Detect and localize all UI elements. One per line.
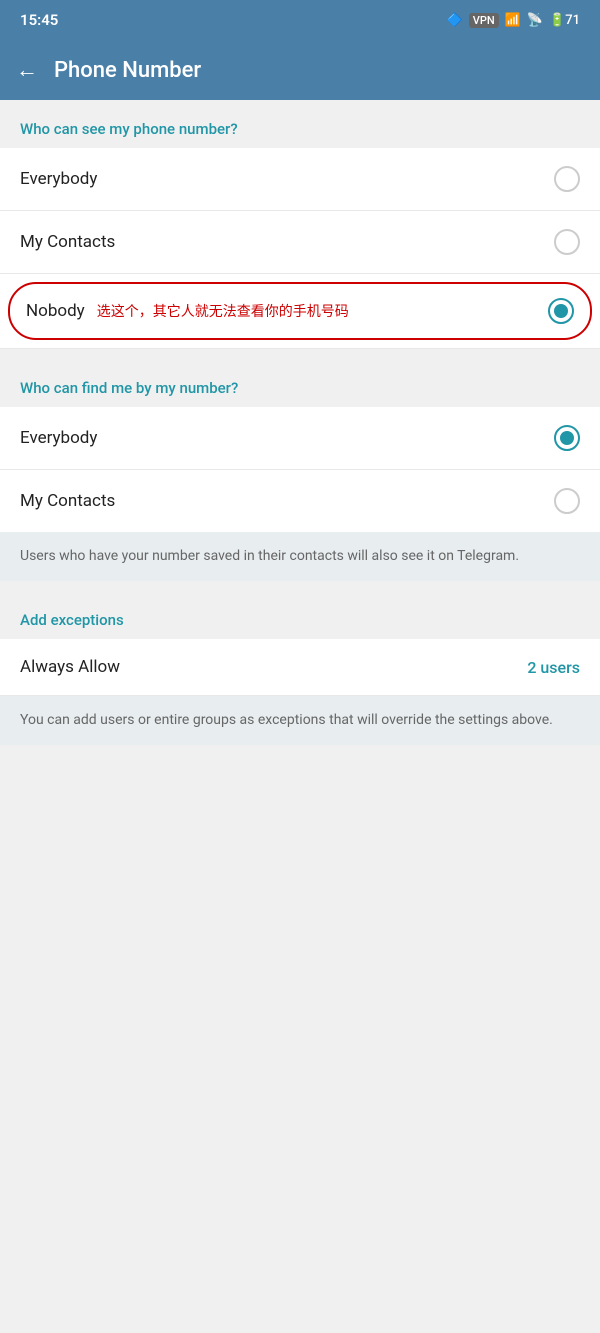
section2-options: Everybody My Contacts [0,407,600,532]
option-nobody-see-label: Nobody [26,301,85,321]
signal-icon: 📶 [505,13,521,28]
section2-header: Who can find me by my number? [0,359,600,407]
exceptions-info: You can add users or entire groups as ex… [0,696,600,745]
option-nobody-see[interactable]: Nobody 选这个，其它人就无法查看你的手机号码 [8,282,592,340]
option-mycontacts-see[interactable]: My Contacts [0,211,600,274]
wifi-icon: 📡 [527,13,543,28]
page-title: Phone Number [54,58,201,83]
option-mycontacts-find-label: My Contacts [20,491,115,511]
section1-header: Who can see my phone number? [0,100,600,148]
option-everybody-see-label: Everybody [20,169,97,189]
status-bar: 15:45 🔷 VPN 📶 📡 🔋71 [0,0,600,40]
vpn-badge: VPN [469,13,499,28]
option-everybody-find-label: Everybody [20,428,97,448]
content: Who can see my phone number? Everybody M… [0,100,600,1095]
bluetooth-icon: 🔷 [447,13,463,28]
nobody-row-wrapper: Nobody 选这个，其它人就无法查看你的手机号码 [0,274,600,349]
option-everybody-find[interactable]: Everybody [0,407,600,470]
gap2 [0,581,600,591]
radio-everybody-see[interactable] [554,166,580,192]
section1-options: Everybody My Contacts Nobody 选这个，其它人就无法查… [0,148,600,349]
radio-mycontacts-see[interactable] [554,229,580,255]
nobody-label-group: Nobody 选这个，其它人就无法查看你的手机号码 [26,301,349,321]
back-button[interactable]: ← [16,57,38,83]
option-everybody-see[interactable]: Everybody [0,148,600,211]
status-icons: 🔷 VPN 📶 📡 🔋71 [447,13,580,28]
exceptions-header[interactable]: Add exceptions [0,591,600,639]
always-allow-row[interactable]: Always Allow 2 users [0,639,600,696]
gap1 [0,349,600,359]
battery-icon: 🔋71 [549,13,580,28]
empty-space [0,745,600,1095]
radio-everybody-find[interactable] [554,425,580,451]
always-allow-value: 2 users [527,658,580,677]
radio-mycontacts-find[interactable] [554,488,580,514]
radio-nobody-see[interactable] [548,298,574,324]
always-allow-label: Always Allow [20,657,120,677]
status-time: 15:45 [20,11,58,29]
app-bar: ← Phone Number [0,40,600,100]
nobody-annotation: 选这个，其它人就无法查看你的手机号码 [97,301,349,321]
section2-info: Users who have your number saved in thei… [0,532,600,581]
option-mycontacts-find[interactable]: My Contacts [0,470,600,532]
option-mycontacts-see-label: My Contacts [20,232,115,252]
